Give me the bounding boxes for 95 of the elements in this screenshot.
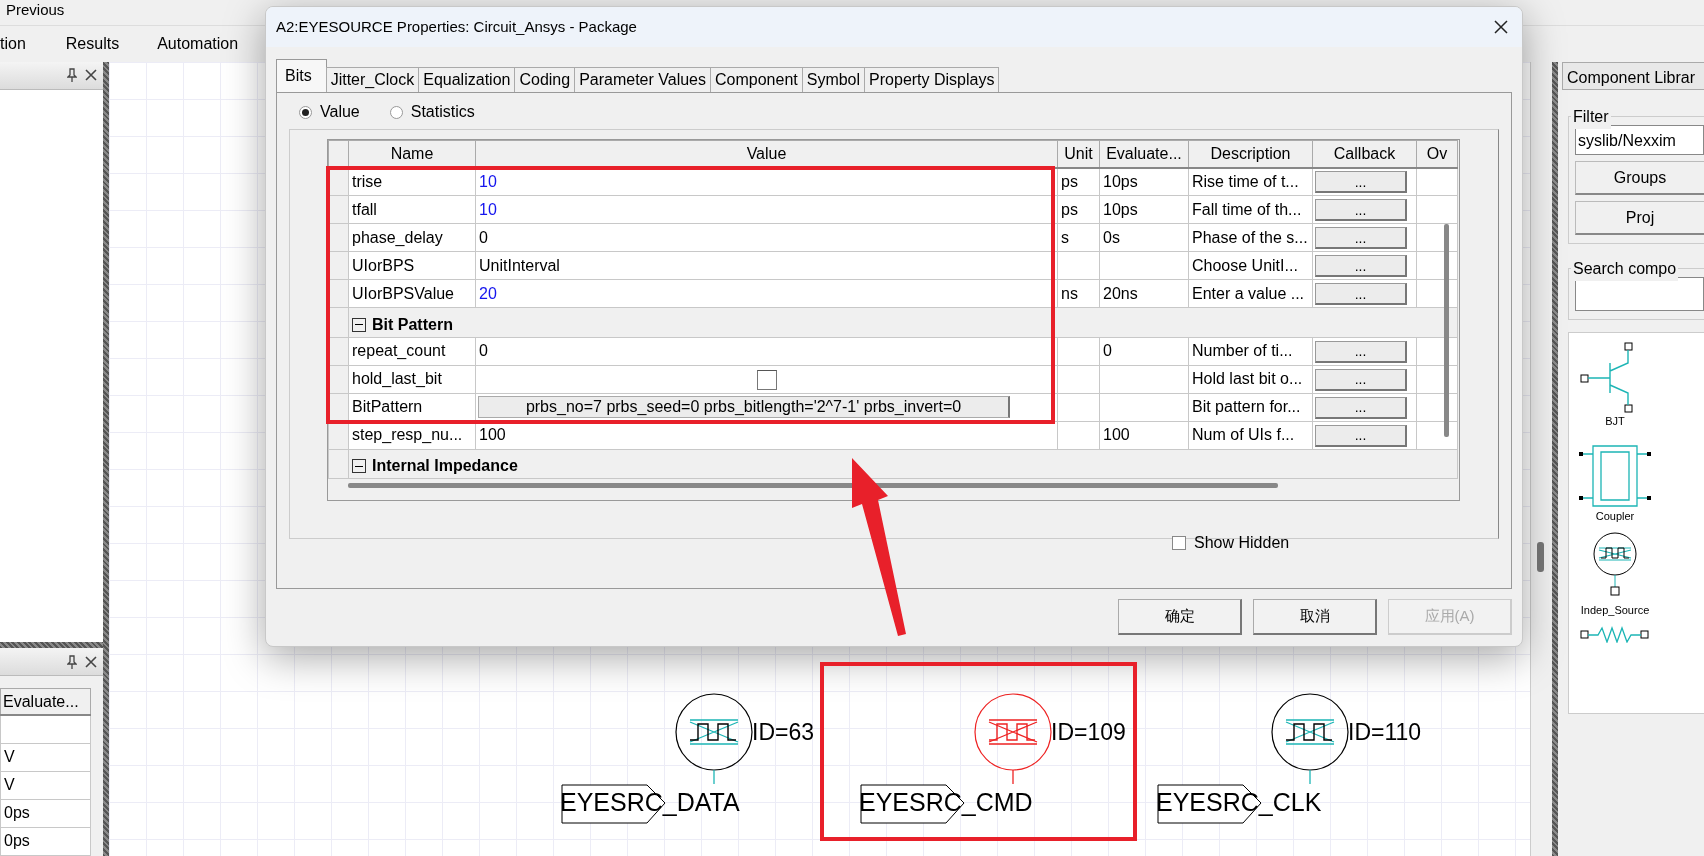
table-cell: 10 xyxy=(475,195,1058,224)
library-button[interactable]: Groups xyxy=(1575,161,1704,195)
table-cell: 20ns xyxy=(1099,279,1189,308)
pin-icon[interactable] xyxy=(67,68,77,83)
scrollbar-thumb[interactable] xyxy=(1444,224,1449,437)
tab[interactable]: Jitter_Clock xyxy=(325,67,420,92)
table-cell: tfall xyxy=(348,195,476,224)
wire xyxy=(712,770,716,784)
table-cell: UIorBPSValue xyxy=(348,279,476,308)
wire xyxy=(1308,770,1312,784)
pin-icon[interactable] xyxy=(67,654,77,669)
eye-source-symbol[interactable] xyxy=(1270,692,1350,772)
wire xyxy=(1011,770,1015,784)
resistor-icon[interactable] xyxy=(1579,624,1651,643)
table-cell: Choose UnitI... xyxy=(1188,251,1313,280)
table-cell-text: 0ps xyxy=(4,831,31,852)
value-button[interactable]: prbs_no=7 prbs_seed=0 prbs_bitlength='2^7-1' prbs_invert=0 xyxy=(478,396,1010,418)
table-cell: Phase of the s... xyxy=(1188,223,1313,252)
window-title: A2:EYESOURCE Properties: Circuit_Ansys - Package xyxy=(276,16,637,37)
table-cell: Bit pattern for... xyxy=(1188,393,1313,421)
callback-button[interactable]: ... xyxy=(1315,255,1407,277)
component-id: ID=63 xyxy=(752,718,814,747)
table-cell: 10ps xyxy=(1099,167,1189,196)
table-cell: BitPattern xyxy=(348,393,476,421)
close-icon[interactable] xyxy=(85,69,97,82)
table-cell: 20 xyxy=(475,279,1058,308)
scrollbar-thumb[interactable] xyxy=(1537,542,1544,572)
column-header[interactable]: Callback xyxy=(1312,140,1417,168)
component-label: Indep_Source xyxy=(1580,603,1650,618)
column-header[interactable]: Evaluate... xyxy=(1099,140,1189,168)
dialog-button[interactable]: 取消 xyxy=(1253,599,1377,635)
eye-source-symbol[interactable] xyxy=(674,692,754,772)
radio-label: Value xyxy=(320,102,360,122)
table-cell: 0 xyxy=(475,223,1058,252)
callback-button[interactable]: ... xyxy=(1315,368,1407,391)
callback-button[interactable]: ... xyxy=(1315,199,1407,221)
callback-button[interactable]: ... xyxy=(1315,340,1407,363)
callback-button[interactable]: ... xyxy=(1315,283,1407,305)
close-icon[interactable] xyxy=(1494,20,1508,34)
close-icon[interactable] xyxy=(85,655,97,668)
table-cell: Hold last bit o... xyxy=(1188,365,1313,393)
scrollbar-thumb[interactable] xyxy=(348,483,1278,488)
table-cell: repeat_count xyxy=(348,337,476,365)
panel-title: Component Librar xyxy=(1562,62,1704,90)
table-cell: UnitInterval xyxy=(475,251,1058,280)
table-cell: Rise time of t... xyxy=(1188,167,1313,196)
column-header[interactable]: Unit xyxy=(1057,140,1100,168)
table-cell: UIorBPS xyxy=(348,251,476,280)
search-field[interactable] xyxy=(1575,277,1704,311)
radio-button[interactable] xyxy=(389,105,403,119)
filter-field[interactable]: syslib/Nexxim xyxy=(1575,125,1704,155)
callback-button[interactable]: ... xyxy=(1315,227,1407,249)
component-label: BJT xyxy=(1605,414,1625,429)
table-cell: 0 xyxy=(1099,337,1189,365)
radio-button[interactable] xyxy=(299,105,312,119)
table-cell: 0 xyxy=(475,337,1058,365)
group-title: Internal Impedance xyxy=(372,456,518,476)
table-cell: Enter a value ... xyxy=(1188,279,1313,308)
radio-label: Statistics xyxy=(410,102,475,122)
table-cell: Num of UIs f... xyxy=(1188,421,1313,449)
column-header[interactable]: Value xyxy=(475,140,1058,168)
table-cell-text: 0ps xyxy=(4,803,31,824)
tab[interactable]: Bits xyxy=(276,59,327,92)
table-cell: 0s xyxy=(1099,223,1189,252)
toolbar-button[interactable]: Previous xyxy=(0,1,150,25)
menu-item[interactable]: Results xyxy=(65,32,120,56)
checkbox-label: Show Hidden xyxy=(1194,533,1290,553)
checkbox[interactable] xyxy=(1172,536,1186,550)
table-cell: phase_delay xyxy=(348,223,476,252)
collapse-icon[interactable] xyxy=(352,317,366,332)
column-header[interactable]: Evaluate... xyxy=(0,688,91,716)
table-cell: 100 xyxy=(1099,421,1189,449)
callback-button[interactable]: ... xyxy=(1315,424,1407,447)
checkbox[interactable] xyxy=(756,369,777,390)
menu-item[interactable]: Automation xyxy=(157,32,239,56)
table-cell-text: V xyxy=(4,775,16,796)
tab[interactable]: Property Displays xyxy=(864,67,1000,92)
library-button[interactable]: Proj xyxy=(1575,201,1704,235)
menu-item[interactable]: tion xyxy=(0,32,26,56)
dialog-button[interactable]: 确定 xyxy=(1118,599,1242,635)
component-id: ID=109 xyxy=(1051,718,1126,747)
component-label: Coupler xyxy=(1595,508,1635,524)
table-cell: hold_last_bit xyxy=(348,365,476,393)
column-header[interactable]: Description xyxy=(1188,140,1313,168)
table-cell: Number of ti... xyxy=(1188,337,1313,365)
table-cell: Fall time of th... xyxy=(1188,195,1313,224)
group-title: Bit Pattern xyxy=(372,314,453,335)
column-header[interactable]: Ov xyxy=(1416,140,1458,168)
callback-button[interactable]: ... xyxy=(1315,171,1407,194)
callback-button[interactable]: ... xyxy=(1315,396,1407,419)
table-cell: 10ps xyxy=(1099,195,1189,224)
table-cell-text: V xyxy=(4,747,16,768)
collapse-icon[interactable] xyxy=(352,459,366,473)
column-header[interactable]: Name xyxy=(348,140,476,168)
component-id: ID=110 xyxy=(1348,718,1422,747)
